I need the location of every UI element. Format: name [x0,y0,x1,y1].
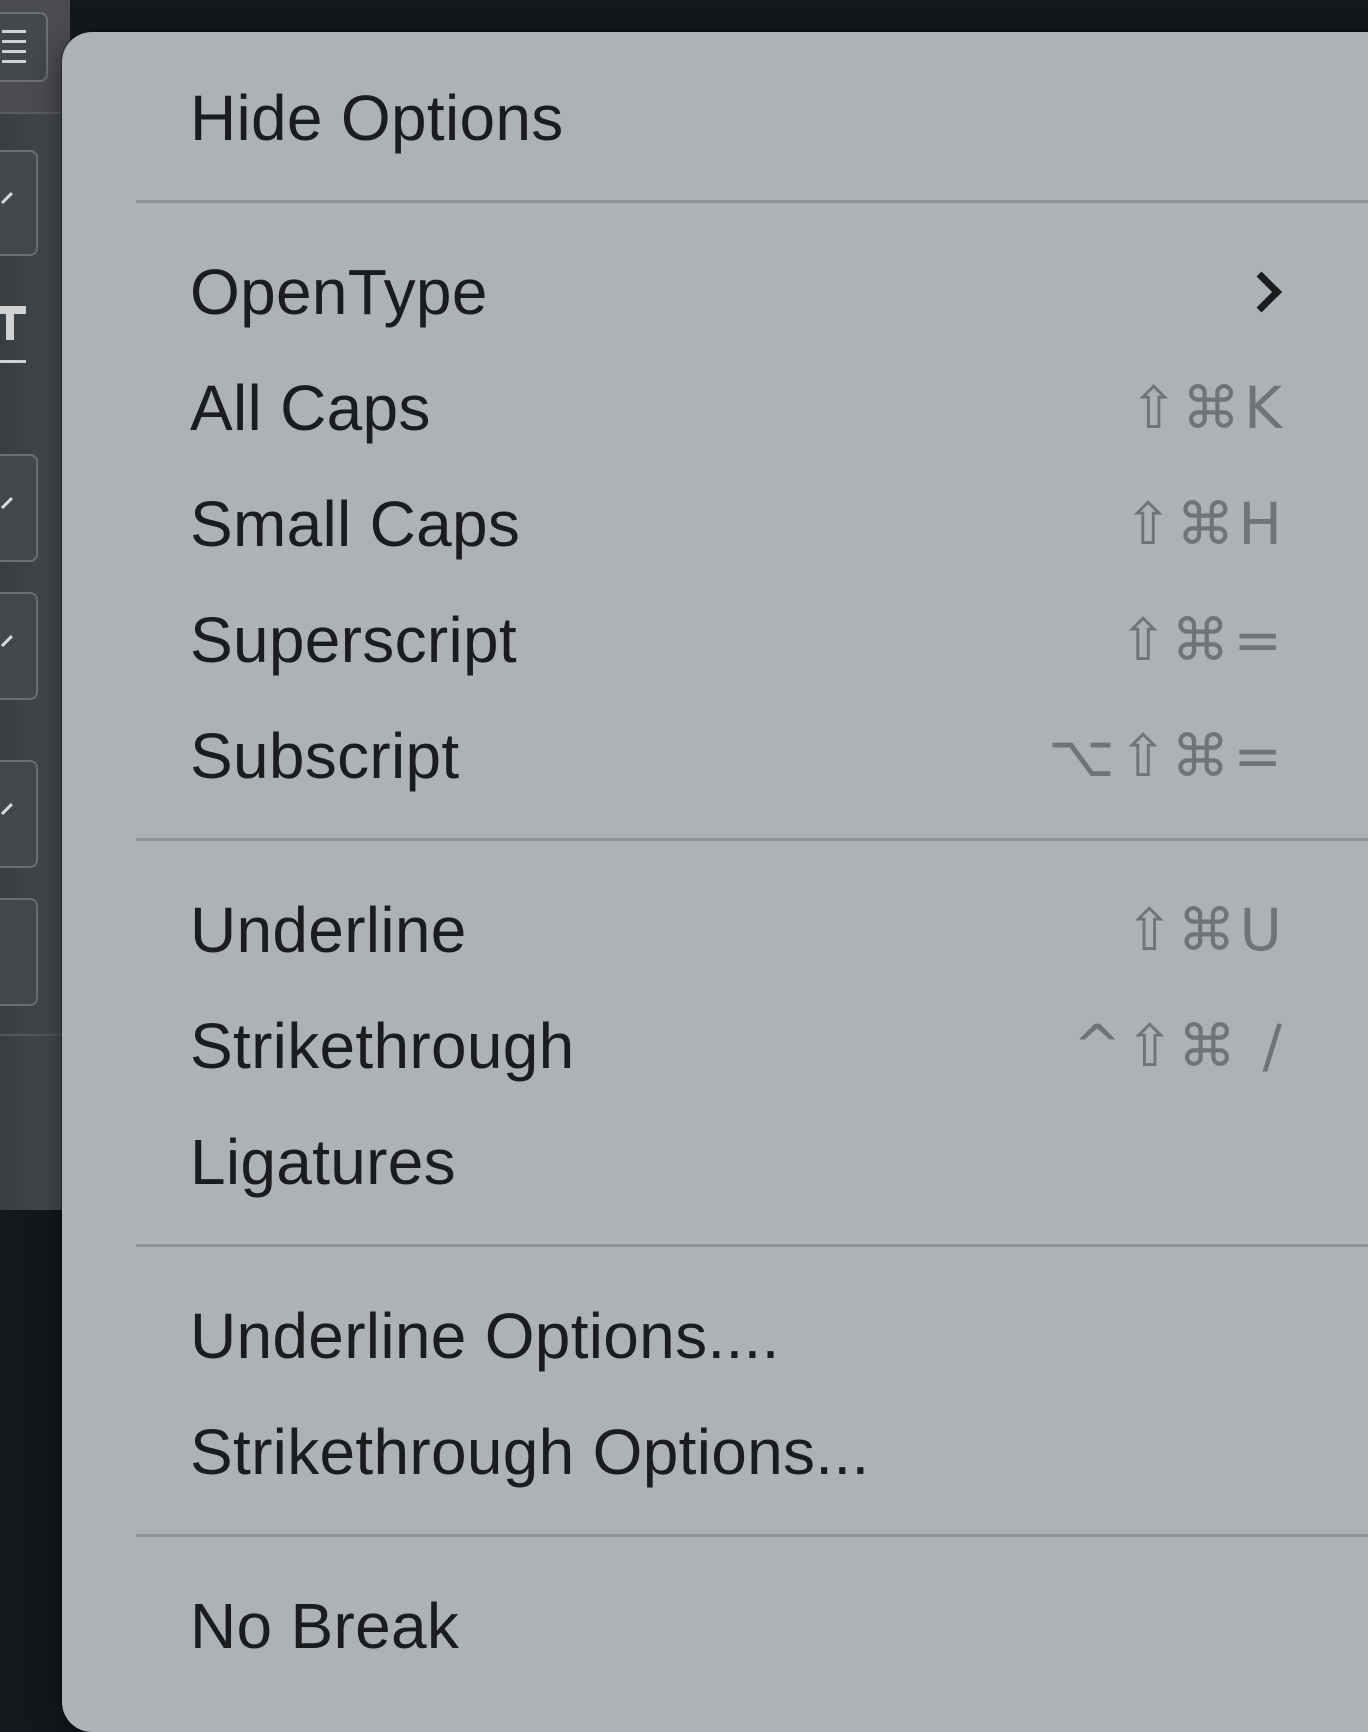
menu-item-no-break[interactable]: No Break [62,1572,1368,1680]
menu-item-label: Subscript [190,720,460,792]
chevron-right-icon [1240,271,1283,313]
menu-item-hide-options[interactable]: Hide Options [62,64,1368,172]
keyboard-shortcut: ⇧⌘K [1129,374,1286,442]
align-justify-icon[interactable] [0,12,48,82]
menu-item-label: Ligatures [190,1126,456,1198]
checkmark-icon [0,497,13,510]
menu-separator [136,838,1368,841]
checkbox-button[interactable] [0,592,38,700]
menu-item-ligatures[interactable]: Ligatures [62,1108,1368,1216]
checkmark-icon [0,192,13,205]
menu-item-strikethrough-options[interactable]: Strikethrough Options... [62,1398,1368,1506]
menu-item-label: Strikethrough Options... [190,1416,870,1488]
menu-separator [136,1244,1368,1247]
keyboard-shortcut: ⇧⌘H [1123,490,1286,558]
keyboard-shortcut: ⇧⌘U [1124,896,1286,964]
checkmark-icon [0,635,13,648]
menu-item-label: No Break [190,1590,460,1662]
context-menu: Hide Options OpenType All Caps ⇧⌘K Small… [62,32,1368,1732]
menu-separator [136,1534,1368,1537]
side-panel-toolbar [0,0,70,114]
menu-item-all-caps[interactable]: All Caps ⇧⌘K [62,354,1368,462]
menu-item-small-caps[interactable]: Small Caps ⇧⌘H [62,470,1368,578]
menu-item-superscript[interactable]: Superscript ⇧⌘= [62,586,1368,694]
keyboard-shortcut: ⇧⌘= [1118,606,1286,674]
menu-item-label: OpenType [190,256,488,328]
checkbox-button[interactable] [0,454,38,562]
divider [0,1034,70,1036]
menu-item-label: Small Caps [190,488,521,560]
keyboard-shortcut: ⌥⇧⌘= [1047,722,1286,790]
menu-item-strikethrough[interactable]: Strikethrough ^⇧⌘ / [62,992,1368,1100]
checkbox-button[interactable] [0,150,38,256]
keyboard-shortcut: ^⇧⌘ / [1072,1012,1286,1080]
menu-item-label: Underline [190,894,467,966]
checkbox-button[interactable] [0,760,38,868]
menu-item-subscript[interactable]: Subscript ⌥⇧⌘= [62,702,1368,810]
background-side-panel [0,0,70,1210]
menu-separator [136,200,1368,203]
menu-item-underline[interactable]: Underline ⇧⌘U [62,876,1368,984]
menu-item-underline-options[interactable]: Underline Options.... [62,1282,1368,1390]
menu-item-label: Strikethrough [190,1010,575,1082]
menu-item-opentype[interactable]: OpenType [62,238,1368,346]
typography-icon [0,302,28,363]
menu-item-label: Underline Options.... [190,1300,780,1372]
menu-item-label: All Caps [190,372,431,444]
menu-item-label: Hide Options [190,82,564,154]
checkmark-icon [0,803,13,816]
panel-button[interactable] [0,898,38,1006]
menu-item-label: Superscript [190,604,517,676]
